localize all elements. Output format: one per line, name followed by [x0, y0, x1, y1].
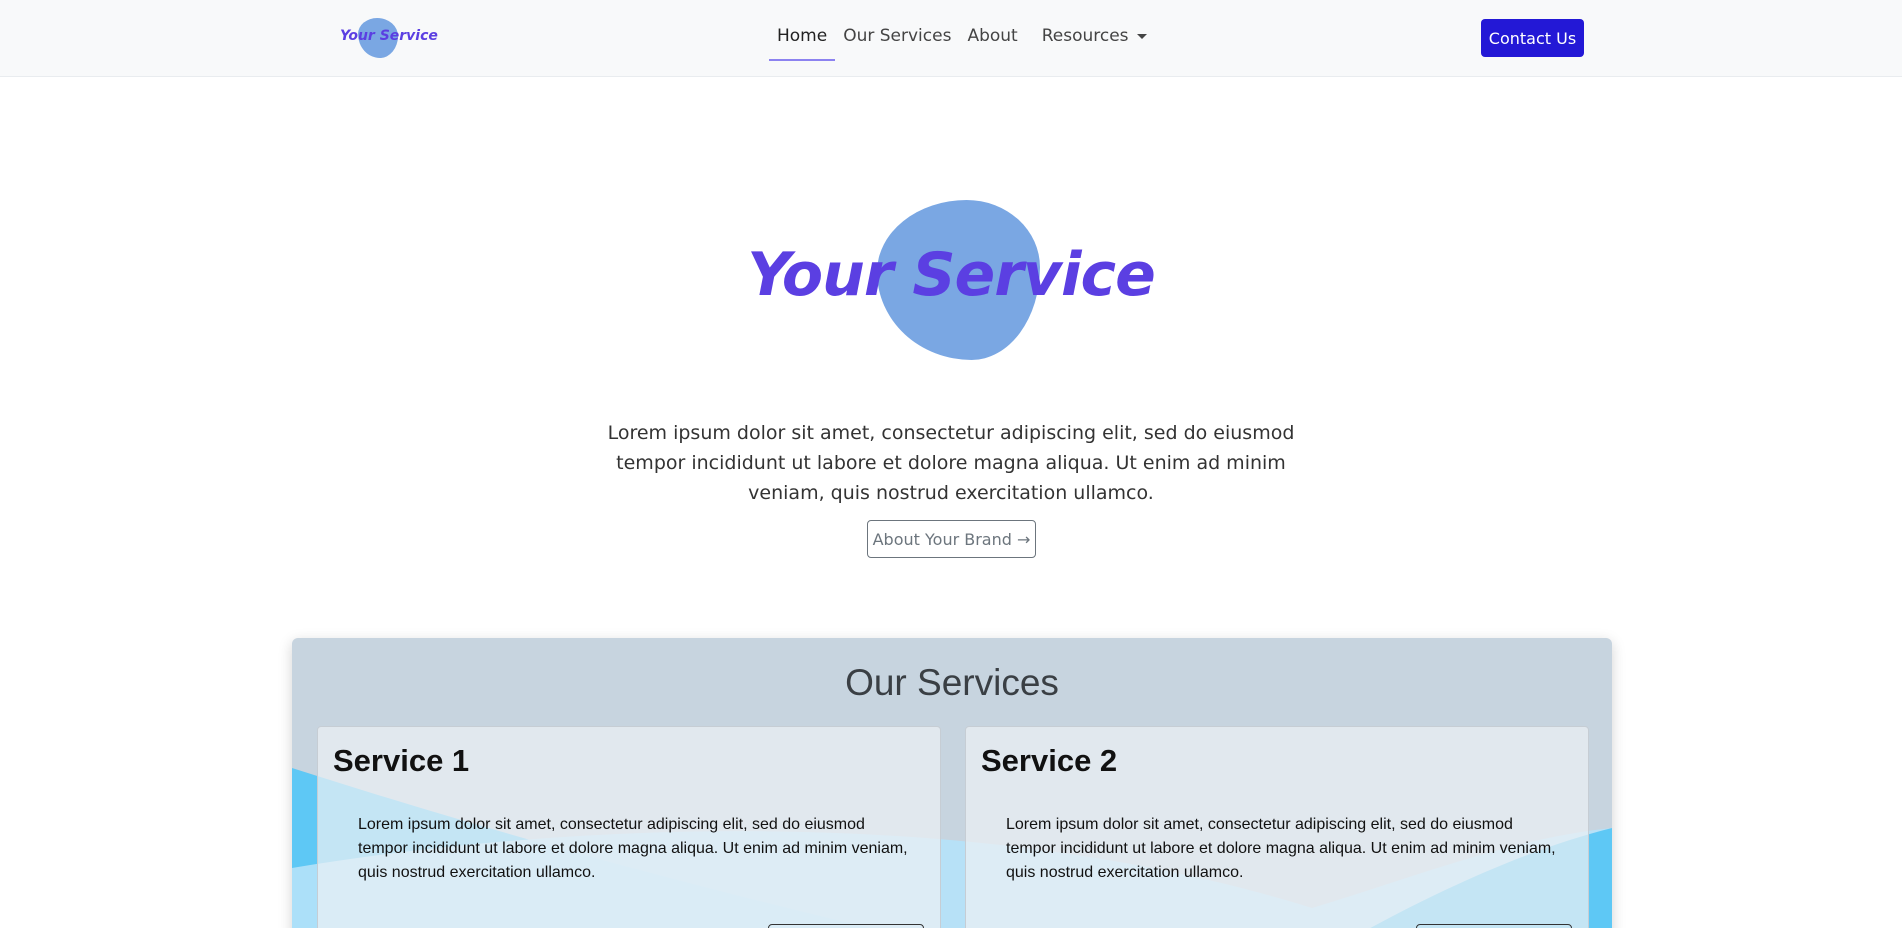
nav-item-our-services[interactable]: Our Services: [835, 22, 959, 59]
service-card: Service 1 Lorem ipsum dolor sit amet, co…: [317, 726, 941, 928]
nav-item-label: Resources: [1041, 26, 1129, 46]
services-title: Our Services: [845, 662, 1059, 703]
contact-us-button[interactable]: Contact Us: [1481, 19, 1584, 57]
service-card-title: Service 1: [333, 743, 470, 778]
service-card-button[interactable]: [1416, 924, 1572, 928]
nav-item-about[interactable]: About: [959, 22, 1025, 59]
nav-item-label: Our Services: [843, 26, 952, 46]
nav-item-resources-dropdown[interactable]: Resources: [1034, 22, 1155, 59]
nav-item-label: About: [967, 26, 1018, 46]
navbar: Your Service Home Our Services About Res…: [0, 0, 1902, 77]
service-card-title: Service 2: [981, 743, 1118, 778]
main-nav: Home Our Services About Resources: [769, 22, 1155, 61]
caret-down-icon: [1136, 33, 1147, 39]
service-card-button[interactable]: [768, 924, 924, 928]
hero-title: Your Service: [747, 240, 1156, 310]
service-card-text: Lorem ipsum dolor sit amet, consectetur …: [1006, 816, 1556, 881]
nav-item-label: Home: [777, 26, 828, 46]
service-card-text: Lorem ipsum dolor sit amet, consectetur …: [358, 816, 908, 881]
brand-logo[interactable]: Your Service: [340, 18, 438, 58]
hero-description: Lorem ipsum dolor sit amet, consectetur …: [607, 422, 1295, 504]
about-brand-button[interactable]: About Your Brand →: [867, 520, 1036, 558]
service-card: Service 2 Lorem ipsum dolor sit amet, co…: [965, 726, 1589, 928]
nav-item-home[interactable]: Home: [769, 22, 836, 61]
brand-text: Your Service: [340, 28, 438, 44]
services-section: Our Services Service 1 Lorem ipsum dolor…: [292, 638, 1612, 928]
